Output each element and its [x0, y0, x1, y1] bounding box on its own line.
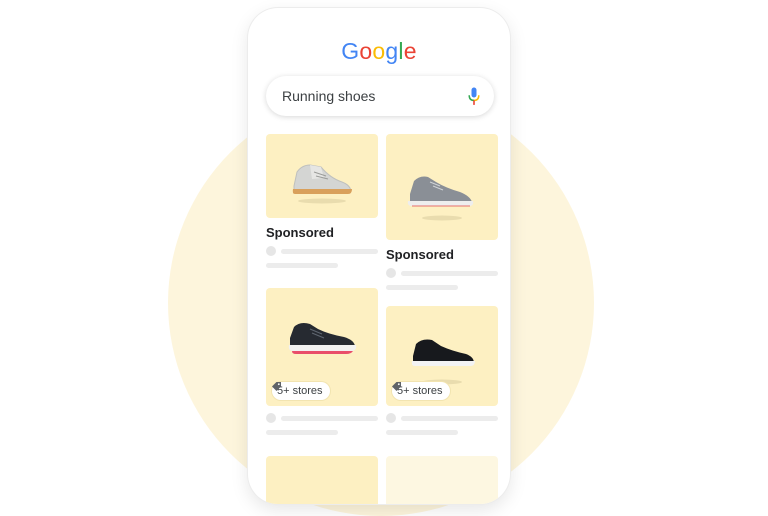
google-logo: Google	[248, 38, 510, 65]
tag-icon	[392, 382, 401, 391]
stores-badge-text: 5+ stores	[397, 385, 443, 397]
placeholder-dot	[386, 413, 396, 423]
placeholder-line	[386, 430, 458, 435]
placeholder-dot	[266, 413, 276, 423]
placeholder-line	[281, 249, 378, 254]
placeholder-line	[266, 430, 338, 435]
product-card-2[interactable]	[386, 134, 498, 240]
placeholder-line	[401, 271, 498, 276]
logo-letter: g	[385, 38, 399, 64]
product-card-5[interactable]	[266, 456, 378, 504]
placeholder-line	[266, 263, 338, 268]
search-input[interactable]: Running shoes	[282, 88, 375, 104]
logo-letter: e	[403, 38, 417, 64]
product-card-6[interactable]	[386, 456, 498, 504]
placeholder-line	[386, 285, 458, 290]
placeholder-line	[281, 416, 378, 421]
product-card-1[interactable]	[266, 134, 378, 218]
product-card-3[interactable]: 5+ stores	[266, 288, 378, 406]
placeholder-dot	[386, 268, 396, 278]
phone-frame: Google Running shoes Sponsored Sponsored…	[248, 8, 510, 504]
placeholder-line	[401, 416, 498, 421]
stores-badge: 5+ stores	[392, 382, 450, 400]
logo-letter: G	[341, 38, 360, 64]
sponsored-label: Sponsored	[386, 247, 454, 262]
stores-badge: 5+ stores	[272, 382, 330, 400]
gray-tan-sneaker-image	[292, 164, 352, 204]
mic-icon[interactable]	[468, 87, 480, 106]
placeholder-dot	[266, 246, 276, 256]
gray-knit-runner-image	[407, 176, 474, 221]
tag-icon	[272, 382, 281, 391]
logo-letter: o	[372, 38, 386, 64]
search-bar[interactable]: Running shoes	[266, 76, 494, 116]
stores-badge-text: 5+ stores	[277, 385, 323, 397]
product-card-4[interactable]: 5+ stores	[386, 306, 498, 406]
logo-letter: o	[359, 38, 373, 64]
sponsored-label: Sponsored	[266, 225, 334, 240]
